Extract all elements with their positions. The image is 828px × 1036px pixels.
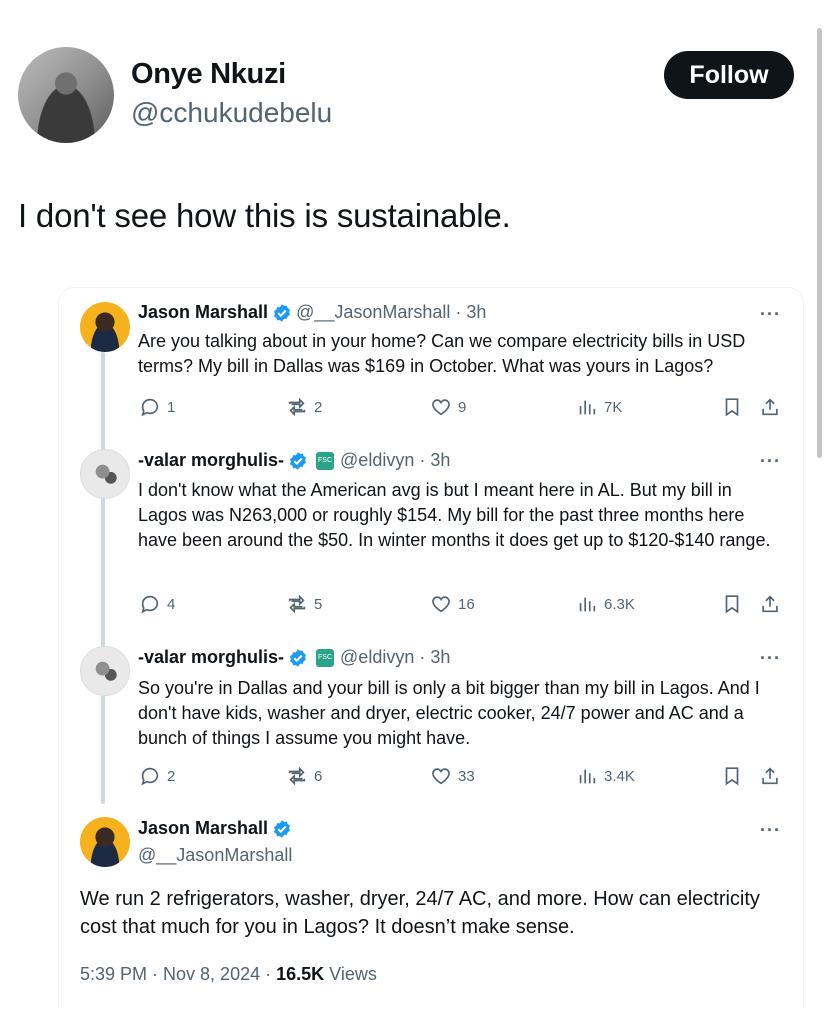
reply-header: -valar morghulis- FSC @eldivyn · 3h bbox=[138, 450, 450, 471]
views-count: 6.3K bbox=[604, 595, 635, 613]
bookmark-icon[interactable] bbox=[721, 593, 743, 615]
post-author-name[interactable]: Jason Marshall bbox=[138, 818, 268, 839]
views-label: Views bbox=[324, 964, 377, 984]
views-button[interactable]: 3.4K bbox=[576, 765, 635, 787]
views-count: 3.4K bbox=[604, 767, 635, 785]
author-handle[interactable]: @cchukudebelu bbox=[131, 97, 332, 129]
post-body-text: We run 2 refrigerators, washer, dryer, 2… bbox=[80, 888, 760, 938]
repost-icon bbox=[288, 397, 306, 417]
repost-button[interactable]: 5 bbox=[286, 593, 322, 615]
bookmark-icon[interactable] bbox=[721, 765, 743, 787]
like-button[interactable]: 9 bbox=[430, 396, 466, 418]
reply-icon bbox=[141, 595, 159, 614]
analytics-icon bbox=[579, 769, 596, 784]
avatar[interactable] bbox=[80, 302, 130, 352]
reply-icon bbox=[141, 767, 159, 786]
analytics-icon bbox=[579, 400, 596, 415]
reply-author-name[interactable]: Jason Marshall bbox=[138, 302, 268, 323]
more-options-icon[interactable]: ··· bbox=[760, 820, 781, 841]
repost-button[interactable]: 6 bbox=[286, 765, 322, 787]
author-name[interactable]: Onye Nkuzi bbox=[131, 58, 286, 91]
reply-author-handle[interactable]: @eldivyn bbox=[340, 647, 414, 668]
affiliate-badge-icon[interactable]: FSC bbox=[316, 648, 335, 667]
reply-author-handle[interactable]: @eldivyn bbox=[340, 450, 414, 471]
scrollbar[interactable] bbox=[817, 28, 822, 458]
reply-text: Are you talking about in your home? Can … bbox=[138, 331, 746, 376]
heart-icon bbox=[432, 399, 450, 416]
reply-count: 4 bbox=[167, 595, 176, 613]
repost-count: 2 bbox=[314, 398, 323, 416]
reply-button[interactable]: 1 bbox=[139, 396, 175, 418]
post-metadata: 5:39 PM · Nov 8, 2024 · 16.5K Views bbox=[80, 964, 377, 985]
repost-count: 6 bbox=[314, 767, 323, 785]
more-options-icon[interactable]: ··· bbox=[760, 451, 781, 472]
verified-badge-icon bbox=[274, 303, 290, 322]
avatar[interactable] bbox=[80, 646, 130, 696]
share-icon[interactable] bbox=[759, 396, 781, 418]
repost-icon bbox=[288, 766, 306, 786]
reply-button[interactable]: 2 bbox=[139, 765, 175, 787]
more-options-icon[interactable]: ··· bbox=[760, 304, 781, 325]
more-options-icon[interactable]: ··· bbox=[760, 648, 781, 669]
reply-time[interactable]: · 3h bbox=[419, 647, 450, 668]
verified-badge-icon bbox=[274, 819, 290, 838]
reply-time[interactable]: · 3h bbox=[419, 450, 450, 471]
repost-button[interactable]: 2 bbox=[286, 396, 322, 418]
reply-author-name[interactable]: -valar morghulis- bbox=[138, 647, 284, 668]
post-author-handle[interactable]: @__JasonMarshall bbox=[138, 845, 292, 866]
like-button[interactable]: 16 bbox=[430, 593, 475, 615]
views-button[interactable]: 7K bbox=[576, 396, 622, 418]
reply-count: 2 bbox=[167, 767, 176, 785]
like-count: 33 bbox=[458, 767, 475, 785]
share-icon[interactable] bbox=[759, 765, 781, 787]
reply-author-handle[interactable]: @__JasonMarshall bbox=[296, 302, 450, 323]
reply-text: So you're in Dallas and your bill is onl… bbox=[138, 678, 760, 748]
author-avatar[interactable] bbox=[18, 47, 114, 143]
share-icon[interactable] bbox=[759, 593, 781, 615]
follow-button[interactable]: Follow bbox=[664, 51, 794, 99]
avatar[interactable] bbox=[80, 817, 130, 867]
heart-icon bbox=[432, 768, 450, 785]
verified-badge-icon bbox=[290, 451, 306, 470]
reply-count: 1 bbox=[167, 398, 176, 416]
repost-icon bbox=[288, 594, 306, 614]
post-header: Jason Marshall bbox=[138, 818, 296, 839]
reply-header: Jason Marshall @__JasonMarshall · 3h bbox=[138, 302, 486, 323]
post-timestamp[interactable]: 5:39 PM · Nov 8, 2024 · bbox=[80, 964, 276, 984]
reply-button[interactable]: 4 bbox=[139, 593, 175, 615]
post-text: I don't see how this is sustainable. bbox=[18, 197, 511, 234]
reply-time[interactable]: · 3h bbox=[455, 302, 486, 323]
analytics-icon bbox=[579, 597, 596, 612]
like-count: 16 bbox=[458, 595, 475, 613]
verified-badge-icon bbox=[290, 648, 306, 667]
reply-author-name[interactable]: -valar morghulis- bbox=[138, 450, 284, 471]
reply-text: I don't know what the American avg is bu… bbox=[138, 480, 771, 550]
heart-icon bbox=[432, 596, 450, 613]
views-count: 7K bbox=[604, 398, 623, 416]
affiliate-badge-icon[interactable]: FSC bbox=[316, 451, 335, 470]
like-count: 9 bbox=[458, 398, 467, 416]
like-button[interactable]: 33 bbox=[430, 765, 475, 787]
reply-icon bbox=[141, 398, 159, 417]
avatar[interactable] bbox=[80, 449, 130, 499]
reply-header: -valar morghulis- FSC @eldivyn · 3h bbox=[138, 647, 450, 668]
views-button[interactable]: 6.3K bbox=[576, 593, 635, 615]
thread-connector-line bbox=[101, 352, 105, 804]
views-count: 16.5K bbox=[276, 964, 325, 984]
bookmark-icon[interactable] bbox=[721, 396, 743, 418]
repost-count: 5 bbox=[314, 595, 323, 613]
